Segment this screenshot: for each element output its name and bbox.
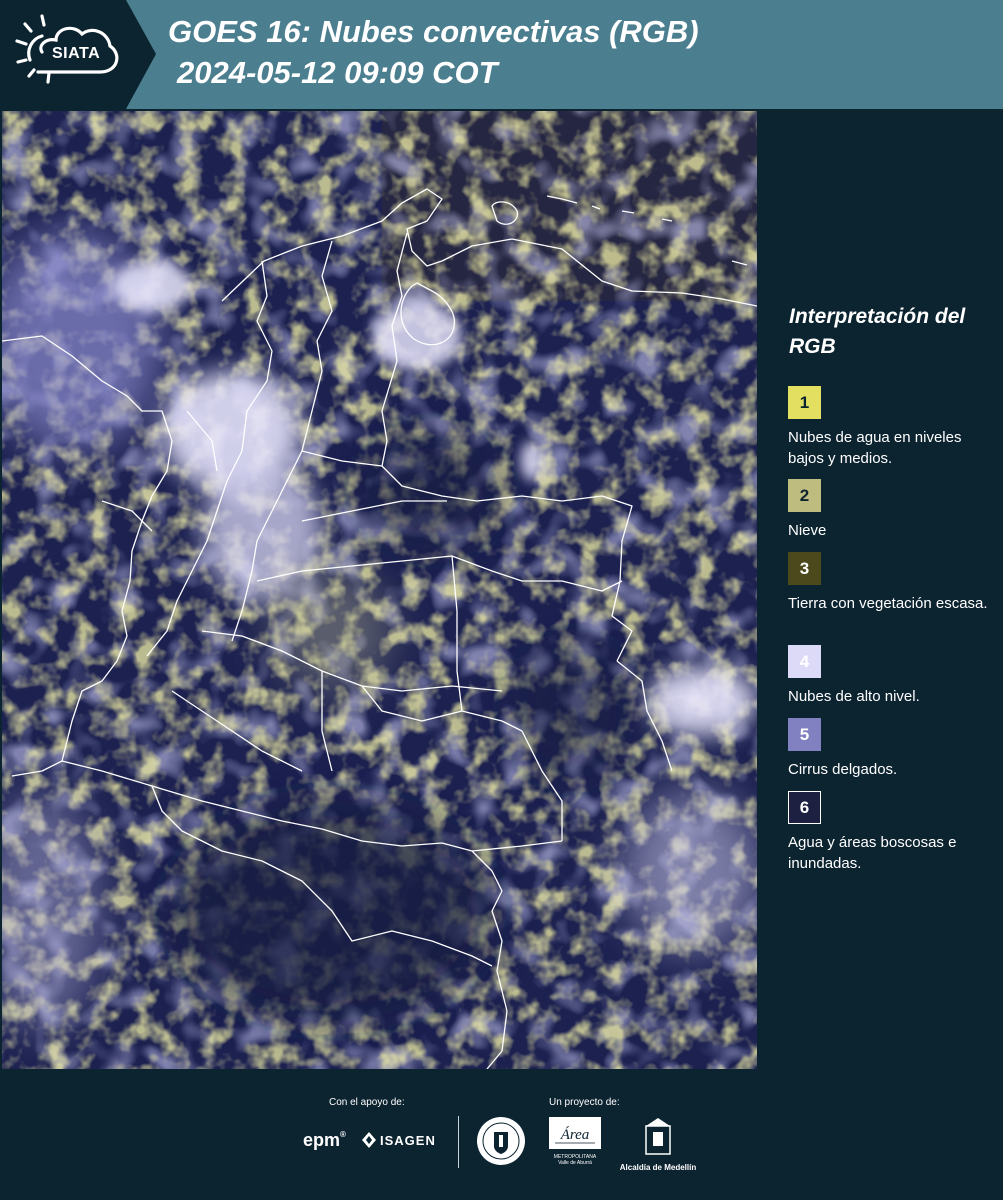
legend-item-4: 4 Nubes de alto nivel. [788, 645, 1000, 707]
satellite-map[interactable] [2, 111, 757, 1069]
alcaldia-building-icon [645, 1118, 671, 1155]
legend-swatch-2: 2 [788, 479, 821, 512]
legend-label-1: Nubes de agua en niveles bajos y medios. [788, 429, 962, 467]
area-metro-script: Área [560, 1126, 590, 1143]
footer: Con el apoyo de: Un proyecto de: epm® IS… [0, 1070, 1003, 1200]
area-metropolitana-emblem: Área [549, 1117, 601, 1149]
satellite-image [2, 111, 757, 1069]
legend-item-6: 6 Agua y áreas boscosas e inundadas. [788, 791, 1000, 874]
isagen-wordmark: ISAGEN [380, 1132, 436, 1148]
legend-label-3: Tierra con vegetación escasa. [788, 595, 988, 612]
isagen-icon [362, 1132, 376, 1148]
area-metropolitana-logo[interactable]: Área METROPOLITANA Valle de Aburrá [549, 1117, 601, 1166]
page-title: GOES 16: Nubes convectivas (RGB) [168, 14, 699, 49]
area-metro-name: METROPOLITANA Valle de Aburrá [553, 1154, 597, 1166]
legend-panel: Interpretación del RGB 1 Nubes de agua e… [758, 109, 1003, 1070]
legend-label-2: Nieve [788, 522, 827, 539]
legend-swatch-1: 1 [788, 386, 821, 419]
epm-logo[interactable]: epm® [303, 1130, 346, 1151]
legend-item-1: 1 Nubes de agua en niveles bajos y medio… [788, 386, 1000, 469]
page-timestamp: 2024-05-12 09:09 COT [177, 55, 498, 90]
logo-wordmark: SIATA [52, 45, 101, 62]
support-label: Con el apoyo de: [329, 1097, 405, 1108]
legend-item-3: 3 Tierra con vegetación escasa. [788, 552, 1000, 614]
legend-swatch-4: 4 [788, 645, 821, 678]
alcaldia-label: Alcaldía de Medellín [619, 1163, 697, 1172]
legend-label-5: Cirrus delgados. [788, 761, 898, 778]
header-bar: SIATA GOES 16: Nubes convectivas (RGB) 2… [0, 0, 1003, 109]
legend-swatch-6: 6 [788, 791, 821, 824]
legend-label-6: Agua y áreas boscosas e inundadas. [788, 834, 957, 872]
alcaldia-logo[interactable]: Alcaldía de Medellín [613, 1118, 703, 1172]
isagen-logo[interactable]: ISAGEN [362, 1132, 436, 1148]
project-label: Un proyecto de: [549, 1097, 620, 1108]
medellin-seal-icon[interactable] [476, 1116, 526, 1166]
epm-wordmark: epm [303, 1130, 341, 1150]
legend-item-5: 5 Cirrus delgados. [788, 718, 1000, 780]
legend-item-2: 2 Nieve [788, 479, 1000, 541]
legend-title: Interpretación del RGB [789, 305, 966, 358]
legend-label-4: Nubes de alto nivel. [788, 688, 920, 705]
legend-swatch-3: 3 [788, 552, 821, 585]
footer-divider [458, 1116, 459, 1168]
legend-swatch-5: 5 [788, 718, 821, 751]
